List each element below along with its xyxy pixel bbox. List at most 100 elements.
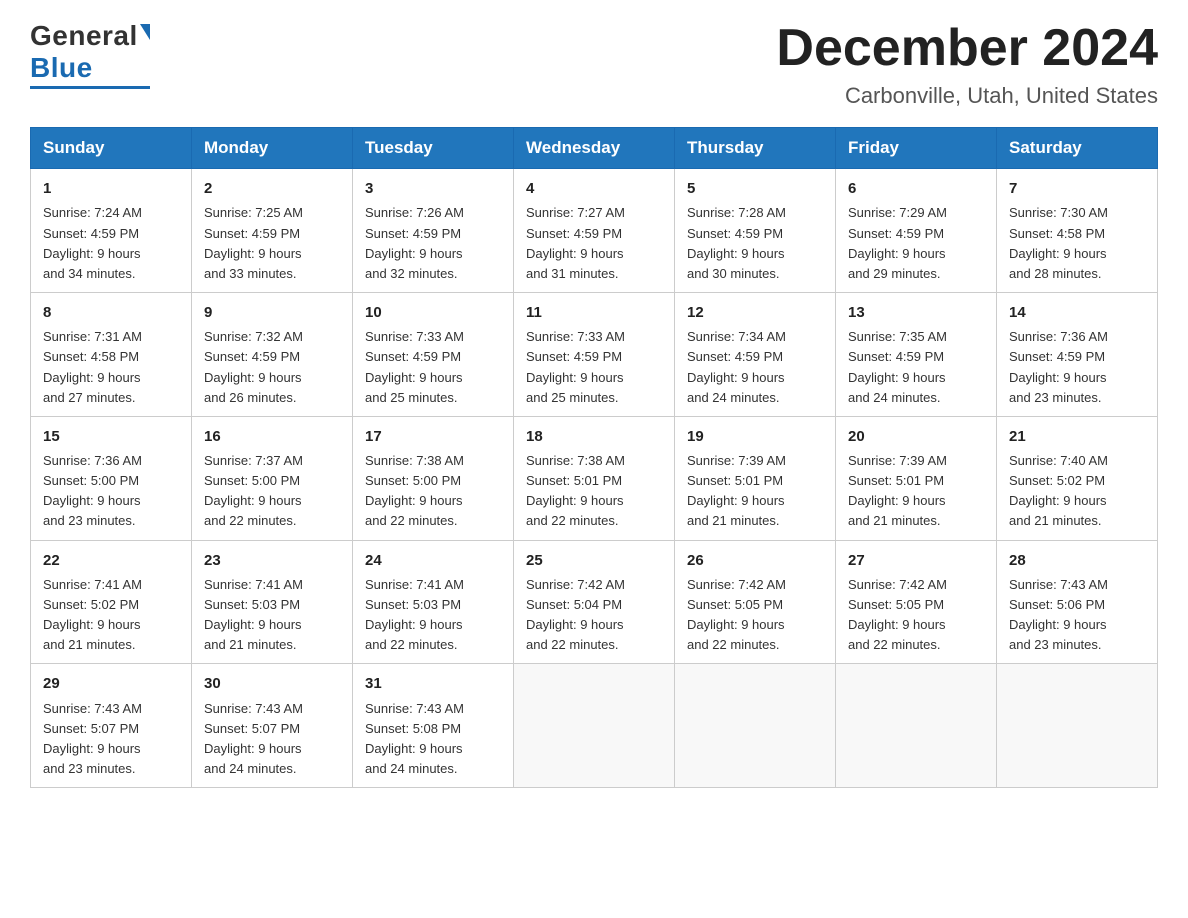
day-info: Sunrise: 7:39 AMSunset: 5:01 PMDaylight:… — [687, 451, 825, 532]
calendar-day-cell: 18 Sunrise: 7:38 AMSunset: 5:01 PMDayligh… — [514, 416, 675, 540]
calendar-day-cell: 13 Sunrise: 7:35 AMSunset: 4:59 PMDayligh… — [836, 293, 997, 417]
weekday-header: Monday — [192, 128, 353, 169]
calendar-day-cell: 17 Sunrise: 7:38 AMSunset: 5:00 PMDayligh… — [353, 416, 514, 540]
day-info: Sunrise: 7:28 AMSunset: 4:59 PMDaylight:… — [687, 203, 825, 284]
weekday-header: Wednesday — [514, 128, 675, 169]
weekday-header-row: SundayMondayTuesdayWednesdayThursdayFrid… — [31, 128, 1158, 169]
logo-general-text: General — [30, 20, 138, 52]
calendar-day-cell: 8Sunrise: 7:31 AMSunset: 4:58 PMDaylight… — [31, 293, 192, 417]
day-number: 14 — [1009, 301, 1147, 324]
location-title: Carbonville, Utah, United States — [776, 83, 1158, 109]
day-number: 24 — [365, 549, 503, 572]
day-info: Sunrise: 7:24 AMSunset: 4:59 PMDaylight:… — [43, 203, 181, 284]
day-number: 13 — [848, 301, 986, 324]
day-info: Sunrise: 7:38 AMSunset: 5:00 PMDaylight:… — [365, 451, 503, 532]
day-info: Sunrise: 7:37 AMSunset: 5:00 PMDaylight:… — [204, 451, 342, 532]
calendar-day-cell: 7Sunrise: 7:30 AMSunset: 4:58 PMDaylight… — [997, 169, 1158, 293]
day-info: Sunrise: 7:43 AMSunset: 5:06 PMDaylight:… — [1009, 575, 1147, 656]
calendar-day-cell: 5 Sunrise: 7:28 AMSunset: 4:59 PMDaylight… — [675, 169, 836, 293]
calendar-day-cell: 10 Sunrise: 7:33 AMSunset: 4:59 PMDayligh… — [353, 293, 514, 417]
day-number: 19 — [687, 425, 825, 448]
calendar-day-cell: 14 Sunrise: 7:36 AMSunset: 4:59 PMDayligh… — [997, 293, 1158, 417]
calendar-day-cell — [514, 664, 675, 788]
day-number: 12 — [687, 301, 825, 324]
calendar-day-cell: 27Sunrise: 7:42 AMSunset: 5:05 PMDayligh… — [836, 540, 997, 664]
day-info: Sunrise: 7:29 AMSunset: 4:59 PMDaylight:… — [848, 203, 986, 284]
calendar-day-cell: 2 Sunrise: 7:25 AMSunset: 4:59 PMDaylight… — [192, 169, 353, 293]
logo-underline — [30, 86, 150, 89]
day-info: Sunrise: 7:43 AMSunset: 5:08 PMDaylight:… — [365, 699, 503, 780]
day-number: 15 — [43, 425, 181, 448]
calendar-day-cell: 11 Sunrise: 7:33 AMSunset: 4:59 PMDayligh… — [514, 293, 675, 417]
day-number: 18 — [526, 425, 664, 448]
calendar-day-cell: 1 Sunrise: 7:24 AMSunset: 4:59 PMDaylight… — [31, 169, 192, 293]
day-info: Sunrise: 7:42 AMSunset: 5:05 PMDaylight:… — [687, 575, 825, 656]
calendar-day-cell: 19 Sunrise: 7:39 AMSunset: 5:01 PMDayligh… — [675, 416, 836, 540]
day-info: Sunrise: 7:27 AMSunset: 4:59 PMDaylight:… — [526, 203, 664, 284]
calendar-day-cell: 28 Sunrise: 7:43 AMSunset: 5:06 PMDayligh… — [997, 540, 1158, 664]
day-number: 10 — [365, 301, 503, 324]
calendar-day-cell — [836, 664, 997, 788]
calendar-day-cell: 12 Sunrise: 7:34 AMSunset: 4:59 PMDayligh… — [675, 293, 836, 417]
calendar-day-cell: 26 Sunrise: 7:42 AMSunset: 5:05 PMDayligh… — [675, 540, 836, 664]
day-number: 21 — [1009, 425, 1147, 448]
day-number: 11 — [526, 301, 664, 324]
page-header: General Blue December 2024 Carbonville, … — [30, 20, 1158, 109]
day-number: 31 — [365, 672, 503, 695]
calendar-day-cell: 9 Sunrise: 7:32 AMSunset: 4:59 PMDaylight… — [192, 293, 353, 417]
calendar-day-cell: 16Sunrise: 7:37 AMSunset: 5:00 PMDayligh… — [192, 416, 353, 540]
month-title: December 2024 — [776, 20, 1158, 77]
day-info: Sunrise: 7:33 AMSunset: 4:59 PMDaylight:… — [365, 327, 503, 408]
day-info: Sunrise: 7:38 AMSunset: 5:01 PMDaylight:… — [526, 451, 664, 532]
day-info: Sunrise: 7:43 AMSunset: 5:07 PMDaylight:… — [204, 699, 342, 780]
calendar-day-cell — [997, 664, 1158, 788]
day-number: 23 — [204, 549, 342, 572]
day-info: Sunrise: 7:26 AMSunset: 4:59 PMDaylight:… — [365, 203, 503, 284]
calendar-week-row: 15Sunrise: 7:36 AMSunset: 5:00 PMDayligh… — [31, 416, 1158, 540]
day-info: Sunrise: 7:34 AMSunset: 4:59 PMDaylight:… — [687, 327, 825, 408]
title-block: December 2024 Carbonville, Utah, United … — [776, 20, 1158, 109]
calendar-week-row: 22 Sunrise: 7:41 AMSunset: 5:02 PMDayligh… — [31, 540, 1158, 664]
day-info: Sunrise: 7:41 AMSunset: 5:03 PMDaylight:… — [204, 575, 342, 656]
day-number: 22 — [43, 549, 181, 572]
day-info: Sunrise: 7:41 AMSunset: 5:02 PMDaylight:… — [43, 575, 181, 656]
day-info: Sunrise: 7:41 AMSunset: 5:03 PMDaylight:… — [365, 575, 503, 656]
day-info: Sunrise: 7:33 AMSunset: 4:59 PMDaylight:… — [526, 327, 664, 408]
day-number: 20 — [848, 425, 986, 448]
day-info: Sunrise: 7:36 AMSunset: 4:59 PMDaylight:… — [1009, 327, 1147, 408]
calendar-week-row: 29Sunrise: 7:43 AMSunset: 5:07 PMDayligh… — [31, 664, 1158, 788]
weekday-header: Saturday — [997, 128, 1158, 169]
day-number: 7 — [1009, 177, 1147, 200]
logo-blue-text: Blue — [30, 52, 93, 84]
logo-triangle-icon — [140, 24, 150, 40]
calendar-day-cell: 30Sunrise: 7:43 AMSunset: 5:07 PMDayligh… — [192, 664, 353, 788]
day-number: 2 — [204, 177, 342, 200]
calendar-week-row: 8Sunrise: 7:31 AMSunset: 4:58 PMDaylight… — [31, 293, 1158, 417]
day-info: Sunrise: 7:35 AMSunset: 4:59 PMDaylight:… — [848, 327, 986, 408]
day-number: 3 — [365, 177, 503, 200]
calendar-day-cell: 3 Sunrise: 7:26 AMSunset: 4:59 PMDaylight… — [353, 169, 514, 293]
weekday-header: Thursday — [675, 128, 836, 169]
calendar-table: SundayMondayTuesdayWednesdayThursdayFrid… — [30, 127, 1158, 788]
calendar-day-cell: 24 Sunrise: 7:41 AMSunset: 5:03 PMDayligh… — [353, 540, 514, 664]
calendar-week-row: 1 Sunrise: 7:24 AMSunset: 4:59 PMDaylight… — [31, 169, 1158, 293]
day-info: Sunrise: 7:25 AMSunset: 4:59 PMDaylight:… — [204, 203, 342, 284]
day-info: Sunrise: 7:39 AMSunset: 5:01 PMDaylight:… — [848, 451, 986, 532]
day-info: Sunrise: 7:32 AMSunset: 4:59 PMDaylight:… — [204, 327, 342, 408]
calendar-day-cell: 15Sunrise: 7:36 AMSunset: 5:00 PMDayligh… — [31, 416, 192, 540]
day-number: 6 — [848, 177, 986, 200]
calendar-day-cell: 20 Sunrise: 7:39 AMSunset: 5:01 PMDayligh… — [836, 416, 997, 540]
calendar-day-cell: 21Sunrise: 7:40 AMSunset: 5:02 PMDayligh… — [997, 416, 1158, 540]
day-number: 28 — [1009, 549, 1147, 572]
day-number: 25 — [526, 549, 664, 572]
calendar-day-cell — [675, 664, 836, 788]
day-number: 1 — [43, 177, 181, 200]
calendar-day-cell: 25Sunrise: 7:42 AMSunset: 5:04 PMDayligh… — [514, 540, 675, 664]
day-number: 17 — [365, 425, 503, 448]
weekday-header: Sunday — [31, 128, 192, 169]
day-number: 26 — [687, 549, 825, 572]
day-number: 9 — [204, 301, 342, 324]
day-number: 27 — [848, 549, 986, 572]
calendar-day-cell: 29Sunrise: 7:43 AMSunset: 5:07 PMDayligh… — [31, 664, 192, 788]
day-number: 5 — [687, 177, 825, 200]
